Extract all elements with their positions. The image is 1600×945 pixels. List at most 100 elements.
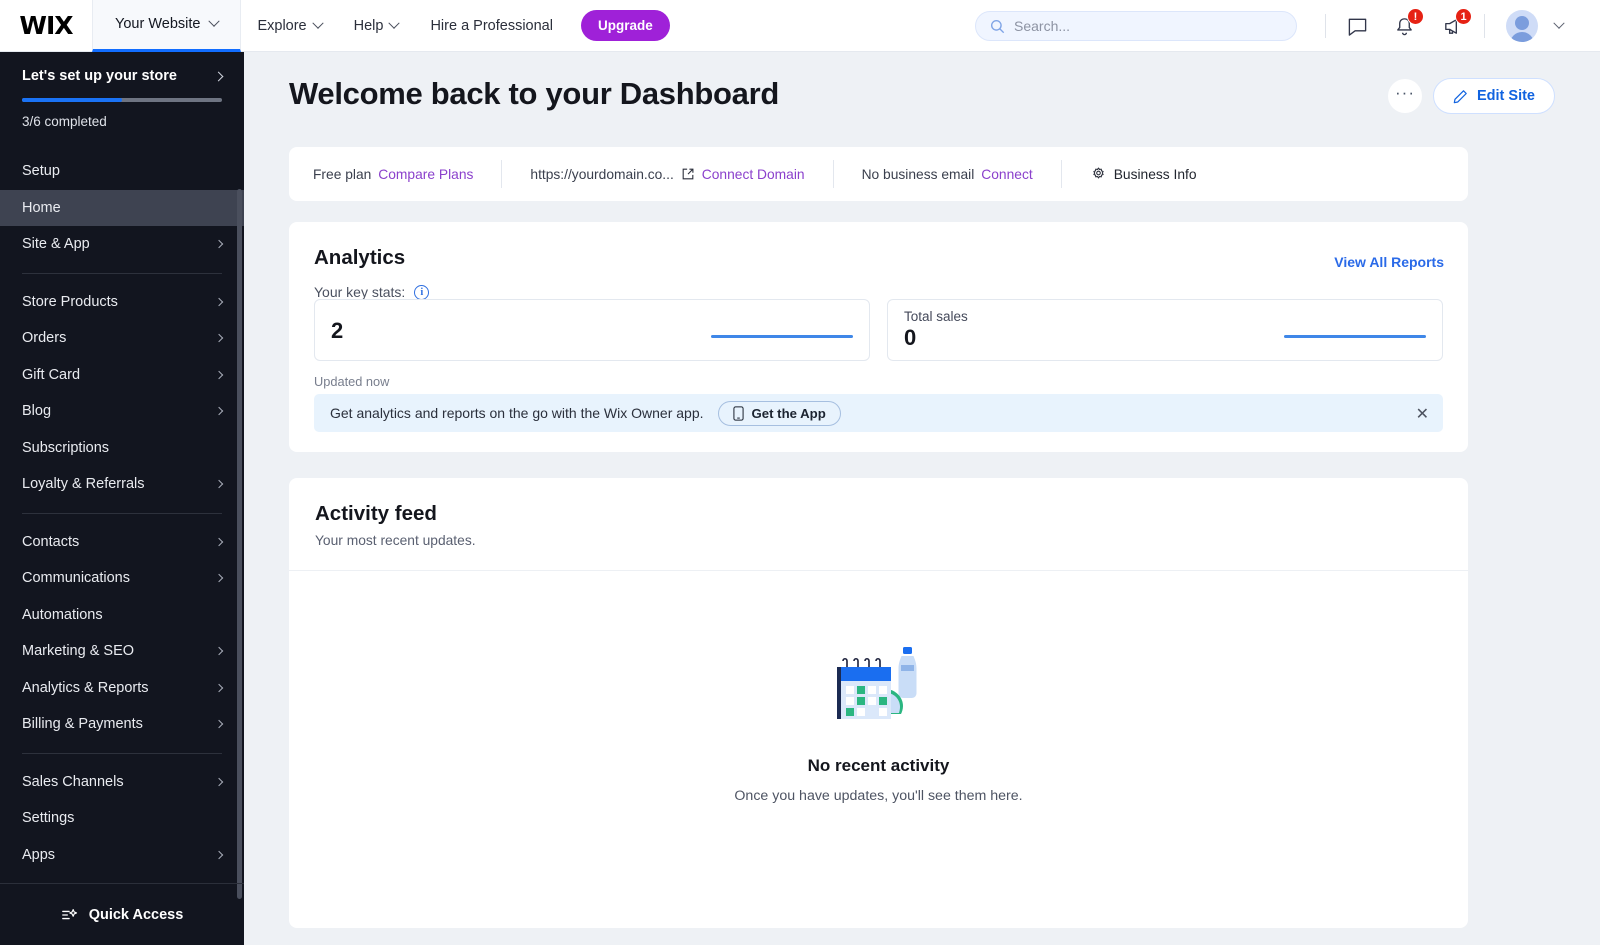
sidebar-item-label: Settings xyxy=(22,810,75,827)
sidebar-item-marketing-seo[interactable]: Marketing & SEO xyxy=(0,633,244,670)
promo-text: Get analytics and reports on the go with… xyxy=(330,405,704,421)
sidebar-item-subscriptions[interactable]: Subscriptions xyxy=(0,430,244,467)
sidebar-item-label: Analytics & Reports xyxy=(22,679,149,696)
topnav-help-label: Help xyxy=(353,17,384,34)
sparkline-site-sessions xyxy=(711,334,853,338)
sidebar-item-automations[interactable]: Automations xyxy=(0,597,244,634)
chevron-right-icon xyxy=(214,407,224,416)
compare-plans-link[interactable]: Compare Plans xyxy=(378,167,473,182)
view-all-reports-link[interactable]: View All Reports xyxy=(1334,254,1444,270)
topnav-help[interactable]: Help xyxy=(338,0,415,52)
stat-card-total-sales[interactable]: Total sales 0 xyxy=(887,299,1443,361)
chevron-right-icon xyxy=(214,480,224,489)
avatar[interactable] xyxy=(1506,10,1538,42)
sidebar-item-site-app[interactable]: Site & App xyxy=(0,226,244,263)
stat-card-site-sessions[interactable]: 2 xyxy=(314,299,870,361)
sidebar-item-loyalty-referrals[interactable]: Loyalty & Referrals xyxy=(0,466,244,503)
sidebar-item-setup[interactable]: Setup xyxy=(0,153,244,190)
chevron-down-icon xyxy=(208,15,221,27)
chat-icon[interactable] xyxy=(1343,12,1371,40)
external-link-icon[interactable] xyxy=(681,167,695,181)
topnav-hire-label: Hire a Professional xyxy=(430,17,553,34)
gear-icon xyxy=(1093,167,1104,178)
activity-empty-state: No recent activity Once you have updates… xyxy=(289,645,1468,804)
topnav-hire-a-professional[interactable]: Hire a Professional xyxy=(414,0,569,52)
upgrade-button[interactable]: Upgrade xyxy=(580,10,670,41)
top-bar: WIX Your Website Explore Help Hire a Pro… xyxy=(0,0,1600,52)
wix-logo[interactable]: WIX xyxy=(0,11,92,40)
sidebar-item-apps[interactable]: Apps xyxy=(0,837,244,874)
get-the-app-button[interactable]: Get the App xyxy=(717,400,841,426)
sidebar-item-label: Communications xyxy=(22,570,130,587)
site-switcher-label: Your Website xyxy=(115,16,201,32)
sidebar-item-settings[interactable]: Settings xyxy=(0,800,244,837)
chevron-right-icon xyxy=(214,537,224,546)
quick-access-label: Quick Access xyxy=(88,906,184,923)
chevron-right-icon xyxy=(214,720,224,729)
sidebar-item-sales-channels[interactable]: Sales Channels xyxy=(0,764,244,801)
activity-feed-header: Activity feed Your most recent updates. xyxy=(289,478,1468,571)
sparkline-total-sales xyxy=(1284,334,1426,338)
sidebar-item-store-products[interactable]: Store Products xyxy=(0,284,244,321)
info-circle-icon[interactable]: i xyxy=(414,284,430,300)
sidebar-separator xyxy=(22,272,222,274)
email-label: No business email xyxy=(861,166,975,182)
quick-access-button[interactable]: Quick Access xyxy=(0,883,244,945)
bell-badge: ! xyxy=(1407,8,1424,25)
chevron-right-icon xyxy=(213,71,224,81)
sidebar-item-gift-card[interactable]: Gift Card xyxy=(0,357,244,394)
edit-site-button[interactable]: Edit Site xyxy=(1432,78,1555,114)
chevron-right-icon xyxy=(214,574,224,583)
notifications-bell-icon[interactable]: ! xyxy=(1390,8,1424,40)
more-options-button[interactable]: ··· xyxy=(1388,79,1422,113)
sidebar-item-label: Blog xyxy=(22,403,52,420)
activity-empty-subtitle: Once you have updates, you'll see them h… xyxy=(734,788,1023,804)
sidebar-separator xyxy=(22,752,222,754)
site-info-strip: Free plan Compare Plans https://yourdoma… xyxy=(289,147,1468,201)
sidebar-item-blog[interactable]: Blog xyxy=(0,393,244,430)
search-icon xyxy=(990,19,1005,33)
setup-progress-header[interactable]: Let's set up your store xyxy=(22,68,224,84)
sidebar-item-communications[interactable]: Communications xyxy=(0,560,244,597)
pencil-icon xyxy=(1453,89,1467,103)
sidebar-item-home[interactable]: Home xyxy=(0,189,244,226)
megaphone-icon[interactable]: 1 xyxy=(1438,8,1472,40)
sidebar-item-label: Contacts xyxy=(22,533,80,550)
close-icon[interactable]: ✕ xyxy=(1416,404,1429,424)
sidebar-item-contacts[interactable]: Contacts xyxy=(0,524,244,561)
sidebar-item-billing-payments[interactable]: Billing & Payments xyxy=(0,706,244,743)
search-box[interactable] xyxy=(975,11,1297,41)
search-input[interactable] xyxy=(1014,18,1274,34)
plan-info: Free plan Compare Plans xyxy=(313,167,501,182)
topnav-explore[interactable]: Explore xyxy=(241,0,337,52)
business-info[interactable]: Business Info xyxy=(1090,166,1225,183)
owner-app-promo-banner: Get analytics and reports on the go with… xyxy=(314,394,1443,432)
sidebar-item-orders[interactable]: Orders xyxy=(0,320,244,357)
sidebar-item-label: Site & App xyxy=(22,236,90,253)
connect-email-link[interactable]: Connect xyxy=(981,167,1032,182)
sidebar-scrollbar[interactable] xyxy=(237,189,242,899)
setup-progress-panel[interactable]: Let's set up your store 3/6 completed xyxy=(0,52,244,147)
avatar-chevron-down-icon[interactable] xyxy=(1545,12,1573,40)
chevron-right-icon xyxy=(214,647,224,656)
topnav-explore-label: Explore xyxy=(257,17,307,34)
chat-bubble-glyph xyxy=(1348,18,1366,36)
strip-divider-2 xyxy=(832,160,834,188)
toolbar-divider-left xyxy=(1325,14,1326,38)
sidebar-item-label: Automations xyxy=(22,606,103,623)
toolbar-divider-right xyxy=(1484,14,1485,38)
site-switcher[interactable]: Your Website xyxy=(92,0,242,52)
sidebar-item-analytics-reports[interactable]: Analytics & Reports xyxy=(0,670,244,707)
key-stats-row: Your key stats: i xyxy=(314,284,1468,300)
chevron-right-icon xyxy=(214,370,224,379)
connect-domain-link[interactable]: Connect Domain xyxy=(702,167,805,182)
email-info: No business email Connect xyxy=(862,167,1061,182)
chevron-right-icon xyxy=(214,683,224,692)
sidebar-item-label: Orders xyxy=(22,330,67,347)
setup-progress-title: Let's set up your store xyxy=(22,68,177,84)
sidebar-item-label: Billing & Payments xyxy=(22,716,143,733)
megaphone-badge: 1 xyxy=(1455,8,1472,25)
calendar-and-bottle-illustration xyxy=(836,647,916,719)
setup-progress-count: 3/6 completed xyxy=(22,114,107,129)
sidebar-item-label: Gift Card xyxy=(22,366,81,383)
